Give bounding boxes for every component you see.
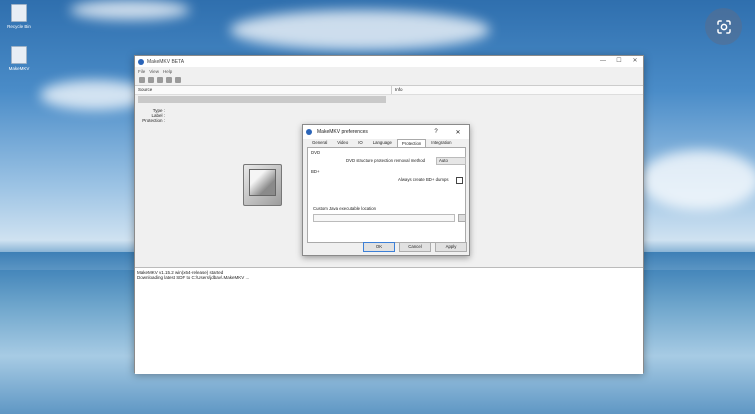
menu-file[interactable]: File <box>138 69 145 74</box>
dialog-buttons: OK Cancel Apply <box>363 242 467 252</box>
shortcut-icon <box>11 46 27 64</box>
disc-drive-icon <box>249 169 276 196</box>
tab-video[interactable]: Video <box>332 138 353 147</box>
menu-help[interactable]: Help <box>163 69 172 74</box>
log-area[interactable]: MakeMKV v1.15.2 win(x64-release) started… <box>135 267 643 374</box>
bd-dump-checkbox[interactable] <box>456 177 463 184</box>
tab-protection[interactable]: Protection <box>396 139 427 147</box>
eject-icon[interactable] <box>175 77 181 83</box>
tab-integration[interactable]: Integration <box>426 138 456 147</box>
java-path-input[interactable] <box>313 214 455 222</box>
title-bar[interactable]: MakeMKV BETA — ☐ ✕ <box>135 56 643 67</box>
log-line: Downloading latest SDF to C:\Users\jdbav… <box>137 275 250 281</box>
desktop-icon-recycle-bin[interactable]: Recycle Bin <box>6 4 32 29</box>
pane-headers: Source Info <box>135 85 643 95</box>
minimize-button[interactable]: — <box>595 56 611 67</box>
protection-label: Protection : <box>142 118 165 124</box>
bd-heading: BD+ <box>311 169 320 174</box>
source-dropdown[interactable] <box>138 96 386 103</box>
desktop-icon-label: Recycle Bin <box>7 24 31 29</box>
cloud <box>230 10 490 50</box>
protection-panel: DVD DVD structure protection removal met… <box>307 147 466 243</box>
open-file-icon[interactable] <box>139 77 145 83</box>
source-header: Source <box>135 86 392 94</box>
dvd-method-select[interactable]: Auto <box>436 157 466 165</box>
backup-icon[interactable] <box>157 77 163 83</box>
bd-dump-label: Always create BD+ dumps <box>398 177 449 182</box>
apply-button[interactable]: Apply <box>435 242 467 252</box>
open-disc-icon[interactable] <box>148 77 154 83</box>
java-location-label: Custom Java executable location <box>313 206 377 211</box>
cloud <box>640 150 755 210</box>
desktop-icon-makemkv[interactable]: MakeMKV <box>6 46 32 71</box>
tab-io[interactable]: IO <box>353 138 368 147</box>
menu-bar: File View Help <box>135 67 643 75</box>
recycle-bin-icon <box>11 4 27 22</box>
tab-general[interactable]: General <box>307 138 332 147</box>
close-button[interactable]: ✕ <box>627 56 643 67</box>
maximize-button[interactable]: ☐ <box>611 56 627 67</box>
tab-bar: General Video IO Language Protection Int… <box>303 139 469 147</box>
desktop-icon-label: MakeMKV <box>8 66 30 71</box>
cancel-button[interactable]: Cancel <box>399 242 431 252</box>
window-title: MakeMKV BETA <box>147 58 185 65</box>
help-button[interactable]: ? <box>425 129 447 135</box>
makemkv-logo-icon <box>306 129 312 135</box>
preferences-icon[interactable] <box>166 77 172 83</box>
cloud <box>70 0 190 20</box>
dvd-heading: DVD <box>311 150 321 155</box>
dialog-title: MakeMKV preferences <box>317 129 368 135</box>
makemkv-logo-icon <box>138 58 144 65</box>
dvd-method-label: DVD structure protection removal method <box>346 158 426 163</box>
toolbar <box>135 75 643 85</box>
info-header: Info <box>395 87 403 92</box>
open-disc-button[interactable] <box>243 164 282 206</box>
preferences-dialog: MakeMKV preferences ? ✕ General Video IO… <box>302 124 470 256</box>
tab-language[interactable]: Language <box>368 138 397 147</box>
dialog-close-button[interactable]: ✕ <box>447 129 469 136</box>
dialog-title-bar[interactable]: MakeMKV preferences ? ✕ <box>303 125 469 139</box>
browse-folder-icon[interactable] <box>458 214 466 222</box>
source-fields: Type : Label : Protection : <box>135 108 165 124</box>
menu-view[interactable]: View <box>149 69 159 74</box>
ok-button[interactable]: OK <box>363 242 395 252</box>
google-lens-button[interactable] <box>705 8 742 45</box>
google-lens-icon <box>716 19 731 34</box>
